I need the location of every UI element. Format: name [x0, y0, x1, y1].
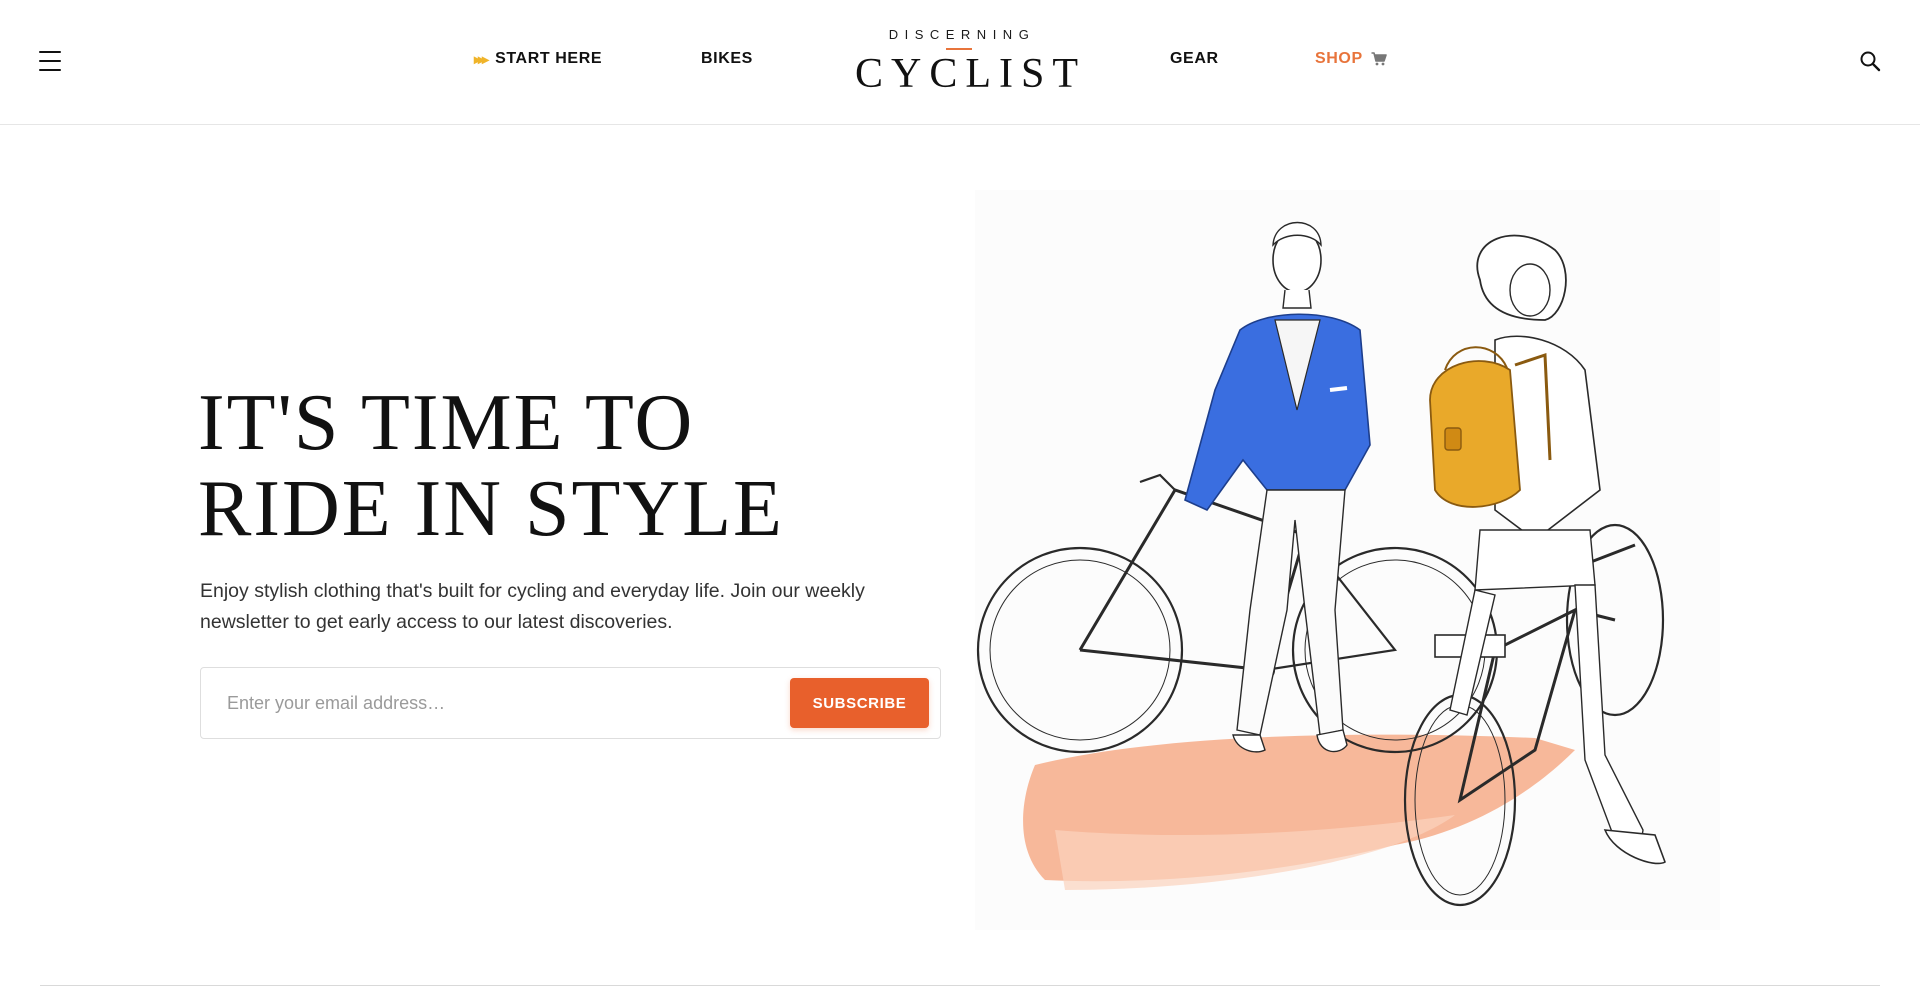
section-divider — [40, 985, 1880, 986]
menu-line — [39, 69, 61, 71]
hero-description: Enjoy stylish clothing that's built for … — [200, 580, 865, 633]
logo-main-text: CYCLIST — [855, 51, 1087, 97]
nav-bikes[interactable]: BIKES — [701, 50, 753, 68]
hamburger-menu-icon[interactable] — [36, 47, 64, 75]
logo-top-text: DISCERNING — [888, 27, 1036, 42]
nav-shop-label: SHOP — [1315, 50, 1363, 67]
hero-title: IT'S TIME TO RIDE IN STYLE — [198, 380, 918, 552]
nav-start-here-label: START HERE — [495, 50, 603, 67]
nav-bikes-label: BIKES — [701, 50, 753, 67]
nav-gear-label: GEAR — [1170, 50, 1219, 67]
hero-title-line-1: IT'S TIME TO — [198, 379, 695, 467]
hero-title-line-2: RIDE IN STYLE — [198, 465, 784, 553]
hero-illustration — [975, 190, 1720, 930]
menu-line — [39, 60, 61, 62]
nav-shop[interactable]: SHOP — [1315, 50, 1387, 68]
menu-line — [39, 51, 61, 53]
site-logo[interactable]: DISCERNING CYCLIST — [847, 26, 1087, 100]
search-icon[interactable] — [1858, 49, 1882, 73]
subscribe-button[interactable]: SUBSCRIBE — [790, 678, 929, 728]
logo-accent-dash — [946, 48, 972, 50]
cart-icon — [1371, 52, 1387, 66]
newsletter-form: SUBSCRIBE — [200, 667, 941, 739]
email-input[interactable] — [201, 668, 790, 738]
nav-gear[interactable]: GEAR — [1170, 50, 1219, 68]
nav-start-here[interactable]: ▸▸▸ START HERE — [474, 50, 602, 68]
site-header: ▸▸▸ START HERE BIKES DISCERNING CYCLIST … — [0, 0, 1920, 125]
triple-chevron-icon: ▸▸▸ — [474, 50, 489, 67]
